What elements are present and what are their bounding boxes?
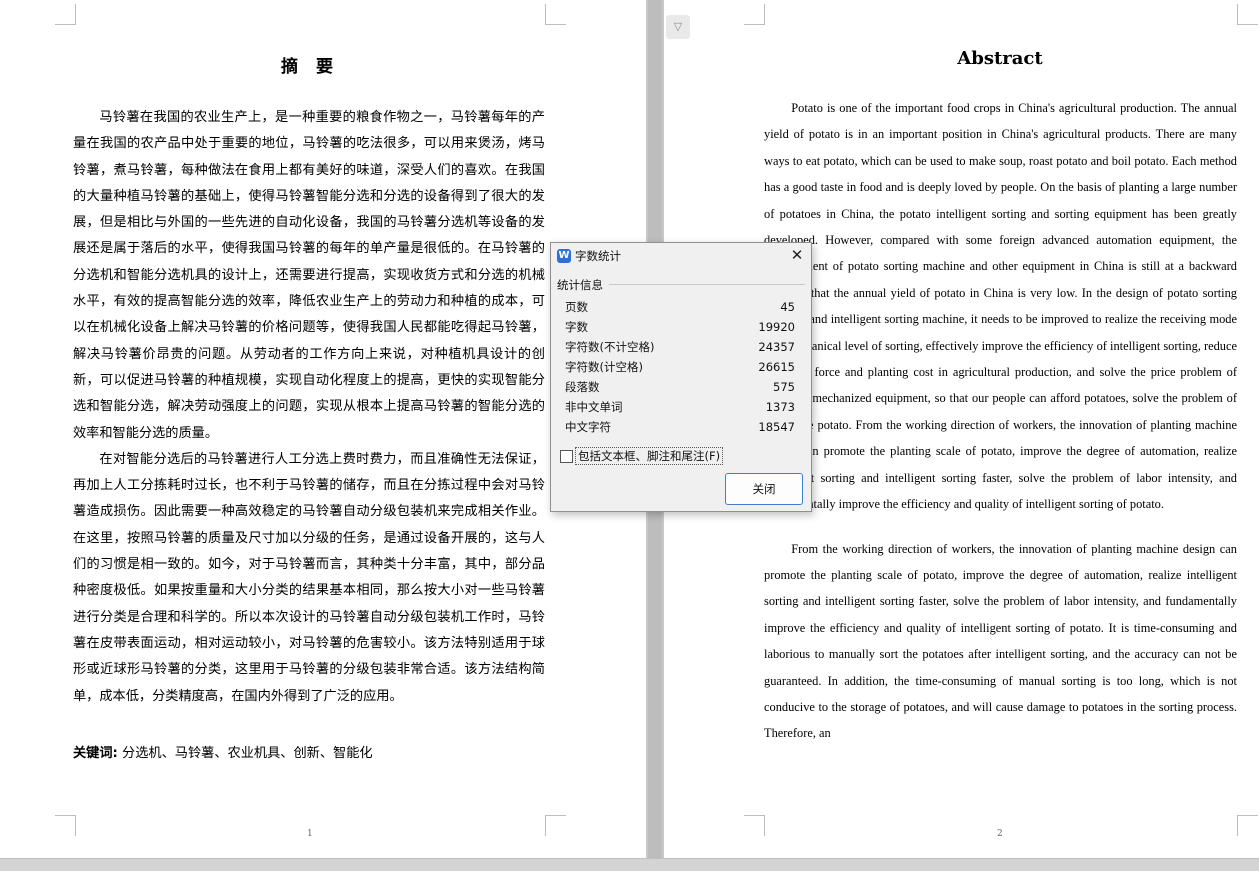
- stat-label: 字符数(计空格): [565, 360, 643, 374]
- english-abstract-title: Abstract: [957, 48, 1043, 69]
- stat-row-non-chinese-words: 非中文单词 1373: [565, 397, 795, 417]
- page-corner-mark: [744, 815, 765, 836]
- stat-value: 18547: [758, 420, 795, 434]
- page-corner-mark: [545, 815, 566, 836]
- group-divider: [609, 284, 805, 285]
- stat-row-chinese-chars: 中文字符 18547: [565, 417, 795, 437]
- chinese-abstract-title: 摘 要: [281, 57, 339, 77]
- page-corner-mark: [1237, 4, 1258, 25]
- status-bar: [0, 858, 1259, 871]
- word-count-dialog: W 字数统计 ✕ 统计信息 页数 45 字数 19920 字符数(不计空格) 2…: [550, 242, 812, 512]
- dialog-close-icon[interactable]: ✕: [787, 245, 807, 265]
- dialog-title: 字数统计: [575, 249, 621, 263]
- paragraph: 马铃薯在我国的农业生产上，是一种重要的粮食作物之一，马铃薯每年的产量在我国的农产…: [73, 110, 545, 441]
- stats-group-label: 统计信息: [557, 277, 605, 293]
- stat-label: 字数: [565, 320, 588, 334]
- keywords-line: 关键词: 分选机、马铃薯、农业机具、创新、智能化: [73, 741, 373, 767]
- page-corner-mark: [1237, 815, 1258, 836]
- stat-row-paragraphs: 段落数 575: [565, 377, 795, 397]
- stat-label: 字符数(不计空格): [565, 340, 655, 354]
- stat-value: 24357: [758, 340, 795, 354]
- keywords-label: 关键词:: [73, 746, 118, 761]
- keywords-text: 分选机、马铃薯、农业机具、创新、智能化: [117, 746, 373, 761]
- stat-label: 中文字符: [565, 420, 611, 434]
- include-textboxes-checkbox[interactable]: [560, 450, 573, 463]
- collapse-toolbar-button[interactable]: ▽: [666, 15, 690, 39]
- stat-value: 1373: [765, 400, 795, 414]
- stat-label: 段落数: [565, 380, 600, 394]
- paragraph: 在对智能分选后的马铃薯进行人工分选上费时费力，而且准确性无法保证，再加上人工分拣…: [73, 451, 545, 704]
- stat-label: 页数: [565, 300, 588, 314]
- include-textboxes-label[interactable]: 包括文本框、脚注和尾注(F): [575, 447, 724, 465]
- paragraph: From the working direction of workers, t…: [764, 541, 1237, 741]
- page-corner-mark: [55, 815, 76, 836]
- app-logo-icon: W: [557, 249, 571, 263]
- page-number: 1: [307, 829, 313, 839]
- stat-value: 19920: [758, 320, 795, 334]
- stat-row-pages: 页数 45: [565, 297, 795, 317]
- chinese-abstract-body[interactable]: 马铃薯在我国的农业生产上，是一种重要的粮食作物之一，马铃薯每年的产量在我国的农产…: [73, 105, 545, 710]
- paragraph: Potato is one of the important food crop…: [764, 101, 1237, 512]
- page-corner-mark: [744, 4, 765, 25]
- stat-row-chars-no-spaces: 字符数(不计空格) 24357: [565, 337, 795, 357]
- stat-label: 非中文单词: [565, 400, 623, 414]
- stat-value: 45: [780, 300, 795, 314]
- close-button[interactable]: 关闭: [725, 473, 803, 505]
- page-number: 2: [997, 829, 1003, 839]
- english-abstract-body[interactable]: Potato is one of the important food crop…: [764, 95, 1237, 747]
- stat-row-words: 字数 19920: [565, 317, 795, 337]
- page-corner-mark: [545, 4, 566, 25]
- stat-row-chars-with-spaces: 字符数(计空格) 26615: [565, 357, 795, 377]
- page-corner-mark: [55, 4, 76, 25]
- stat-value: 575: [773, 380, 795, 394]
- stat-value: 26615: [758, 360, 795, 374]
